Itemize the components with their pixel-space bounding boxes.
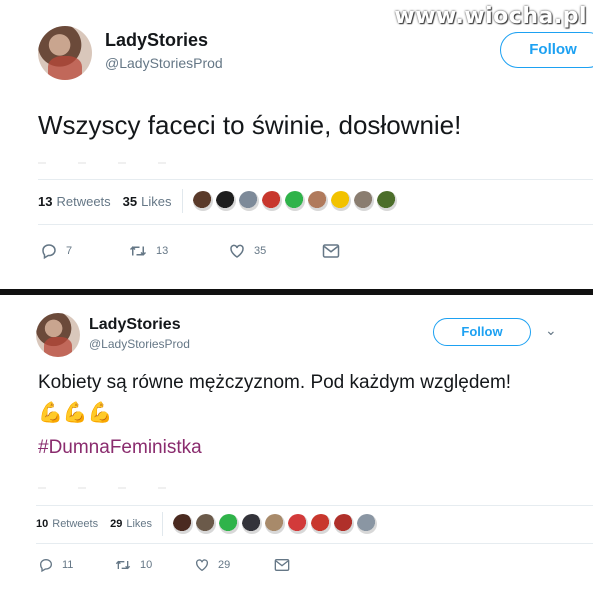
liker-avatar[interactable]	[288, 514, 309, 534]
liker-avatar[interactable]	[330, 191, 351, 211]
envelope-icon	[274, 559, 290, 571]
liker-avatars	[173, 514, 378, 534]
liker-avatar[interactable]	[311, 514, 332, 534]
retweet-count: 10	[140, 559, 153, 571]
liker-avatar[interactable]	[265, 514, 286, 534]
liker-avatar[interactable]	[357, 514, 378, 534]
liker-avatar[interactable]	[307, 191, 328, 211]
retweets-count[interactable]: 10	[36, 518, 48, 530]
chevron-down-icon[interactable]: ⌄	[545, 322, 557, 339]
reply-count: 11	[62, 559, 74, 571]
heart-icon	[230, 244, 244, 258]
engagement-stats: 10 Retweets 29 Likes	[36, 509, 378, 539]
retweets-label[interactable]: Retweets	[52, 518, 98, 530]
tweet-text: Wszyscy faceci to świnie, dosłownie!	[38, 110, 462, 140]
liker-avatars	[192, 191, 397, 211]
likes-count[interactable]: 29	[110, 518, 122, 530]
reply-action[interactable]: 7	[40, 242, 128, 260]
user-handle[interactable]: @LadyStoriesProd	[89, 337, 190, 351]
reply-count: 7	[66, 245, 73, 257]
engagement-stats: 13 Retweets 35 Likes	[38, 183, 397, 219]
retweet-count: 13	[156, 245, 169, 257]
envelope-icon	[322, 244, 340, 258]
liker-avatar[interactable]	[192, 191, 213, 211]
retweet-icon	[115, 560, 131, 570]
avatar[interactable]	[36, 313, 80, 357]
tweet-card-1: LadyStories @LadyStoriesProd Follow Wszy…	[0, 0, 593, 289]
timestamp-placeholder	[38, 162, 188, 164]
liker-avatar[interactable]	[215, 191, 236, 211]
tweet-card-2: LadyStories @LadyStoriesProd Follow ⌄ Ko…	[0, 295, 593, 590]
retweets-label[interactable]: Retweets	[56, 194, 110, 209]
liker-avatar[interactable]	[334, 514, 355, 534]
follow-button[interactable]: Follow	[433, 318, 531, 346]
liker-avatar[interactable]	[353, 191, 374, 211]
liker-avatar[interactable]	[196, 514, 217, 534]
display-name[interactable]: LadyStories	[89, 316, 181, 334]
user-handle[interactable]: @LadyStoriesProd	[105, 55, 223, 71]
like-action[interactable]: 29	[194, 557, 274, 573]
direct-message-action[interactable]	[274, 558, 290, 572]
liker-avatar[interactable]	[376, 191, 397, 211]
retweets-count[interactable]: 13	[38, 194, 52, 209]
like-count: 35	[254, 245, 267, 257]
tweet-text: Kobiety są równe mężczyznom. Pod każdym …	[38, 372, 512, 393]
liker-avatar[interactable]	[284, 191, 305, 211]
action-bar: 7 13 35	[40, 242, 340, 260]
likes-count[interactable]: 35	[123, 194, 137, 209]
reply-icon	[39, 558, 53, 573]
liker-avatar[interactable]	[238, 191, 259, 211]
liker-avatar[interactable]	[173, 514, 194, 534]
timestamp-placeholder	[38, 487, 188, 489]
hashtag-link[interactable]: #DumnaFeministka	[38, 437, 202, 459]
heart-icon	[196, 559, 208, 572]
direct-message-action[interactable]	[322, 243, 340, 259]
divider	[38, 224, 593, 225]
liker-avatar[interactable]	[261, 191, 282, 211]
avatar[interactable]	[38, 26, 92, 80]
likes-label[interactable]: Likes	[141, 194, 171, 209]
retweet-action[interactable]: 13	[128, 242, 228, 260]
site-watermark: www.wiocha.pl	[394, 4, 587, 29]
likes-label[interactable]: Likes	[126, 518, 152, 530]
retweet-action[interactable]: 10	[114, 557, 194, 573]
display-name[interactable]: LadyStories	[105, 30, 208, 51]
like-action[interactable]: 35	[228, 242, 322, 260]
reply-action[interactable]: 11	[38, 557, 114, 573]
divider	[36, 543, 593, 544]
action-bar: 11 10 29	[38, 557, 290, 573]
reply-icon	[42, 244, 56, 260]
like-count: 29	[218, 559, 231, 571]
retweet-icon	[129, 246, 147, 256]
liker-avatar[interactable]	[242, 514, 263, 534]
divider	[36, 505, 593, 506]
divider	[38, 179, 593, 180]
emoji-text: 💪💪💪	[38, 402, 113, 424]
follow-button[interactable]: Follow	[500, 32, 593, 68]
liker-avatar[interactable]	[219, 514, 240, 534]
